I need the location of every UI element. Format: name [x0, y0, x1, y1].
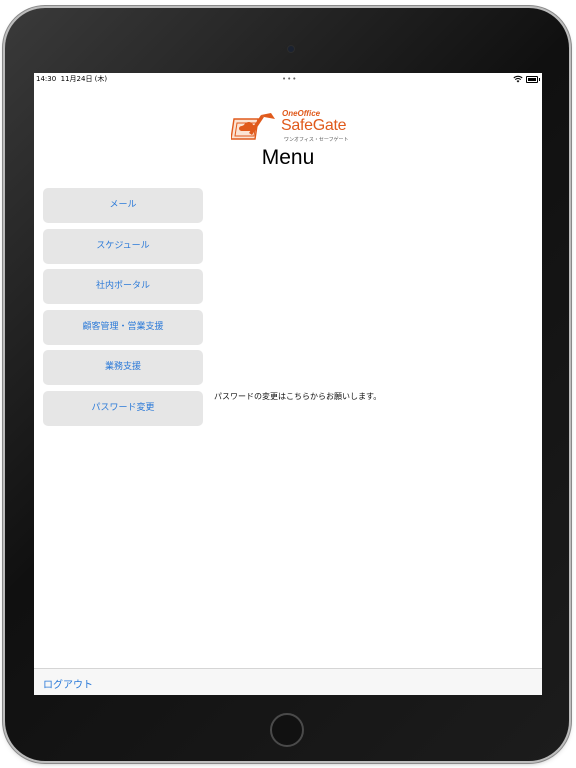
menu-button-password-change[interactable]: パスワード変更 — [43, 390, 203, 426]
logout-button[interactable]: ログアウト — [43, 676, 93, 691]
safegate-logo-mark-icon — [231, 113, 275, 140]
status-icons — [513, 75, 540, 83]
logo-brand: SafeGate — [281, 117, 347, 134]
battery-icon — [526, 76, 540, 83]
safegate-logo: OneOffice SafeGate ワンオフィス・セーフゲート — [231, 109, 351, 144]
menu-button-portal[interactable]: 社内ポータル — [43, 269, 203, 304]
menu-list: メール スケジュール 社内ポータル 顧客管理・営業支援 業務支援 パスワード変更 — [43, 188, 203, 431]
menu-button-mail[interactable]: メール — [43, 188, 203, 223]
status-time-clock: 14:30 — [36, 75, 57, 83]
status-time: 14:30 11月24日 (木) — [36, 73, 107, 85]
front-camera — [288, 46, 294, 52]
password-change-hint: パスワードの変更はこちらからお願いします。 — [214, 392, 382, 401]
multitasking-dots: ••• — [282, 75, 298, 83]
status-bar: 14:30 11月24日 (木) ••• — [34, 73, 542, 85]
menu-button-crm[interactable]: 顧客管理・営業支援 — [43, 309, 203, 345]
menu-button-schedule[interactable]: スケジュール — [43, 228, 203, 264]
menu-button-business-support[interactable]: 業務支援 — [43, 350, 203, 385]
app-screen: 14:30 11月24日 (木) ••• OneOffice SafeGate … — [34, 73, 542, 695]
logo-subtitle: ワンオフィス・セーフゲート — [284, 137, 349, 143]
status-date: 11月24日 (木) — [60, 75, 108, 83]
page-title: Menu — [261, 146, 315, 169]
home-button[interactable] — [270, 713, 304, 747]
bottom-toolbar: ログアウト — [34, 668, 542, 695]
ipad-device-frame: 14:30 11月24日 (木) ••• OneOffice SafeGate … — [5, 8, 569, 761]
wifi-icon — [513, 75, 523, 83]
